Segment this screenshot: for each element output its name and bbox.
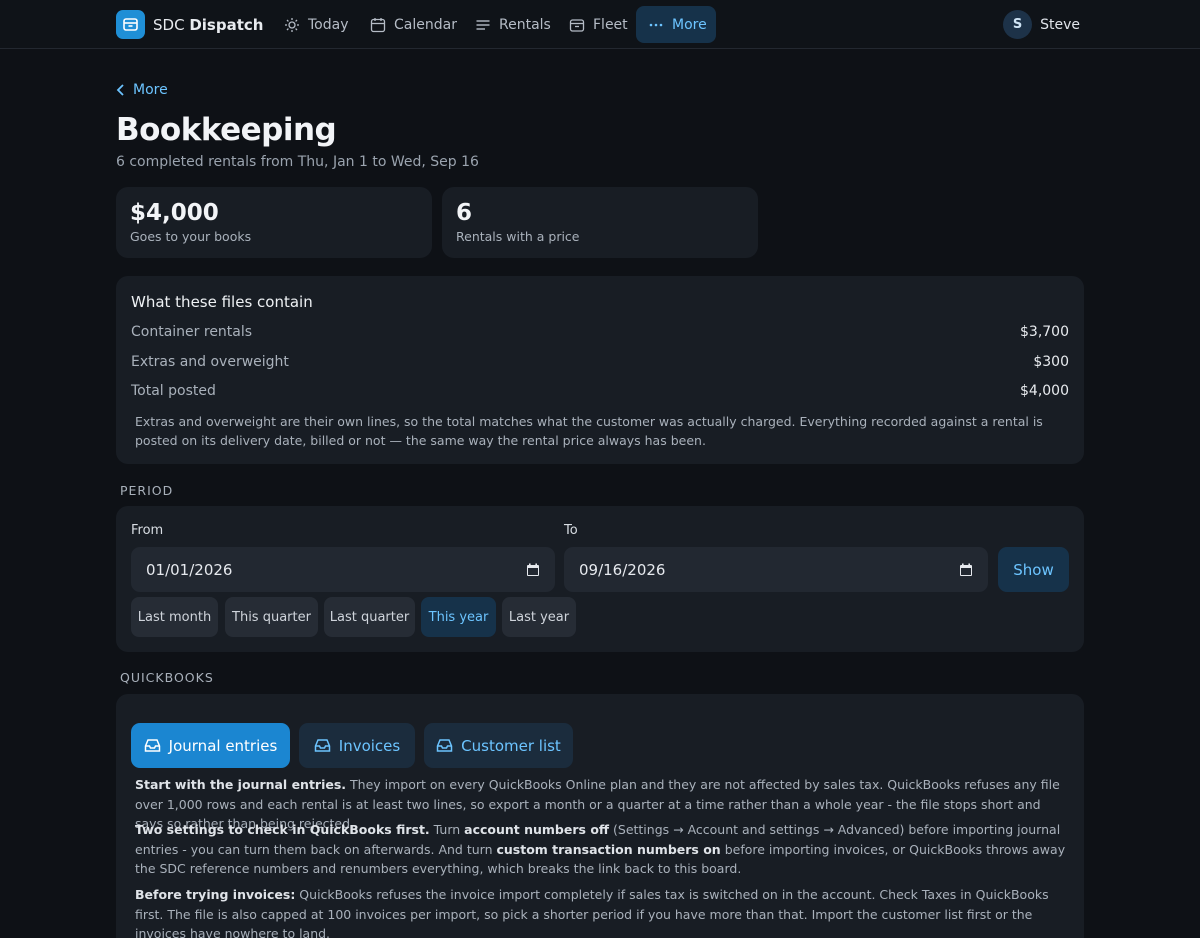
from-date-input[interactable]: 01/01/2026 — [131, 547, 555, 592]
to-label: To — [564, 523, 578, 538]
nav-fleet-label: Fleet — [593, 16, 628, 33]
row-value: $4,000 — [1020, 383, 1069, 399]
row-label: Total posted — [131, 383, 216, 399]
stat-card-total: $4,000 Goes to your books — [116, 187, 432, 258]
show-button[interactable]: Show — [998, 547, 1069, 592]
ellipsis-icon — [648, 17, 664, 33]
container-icon — [569, 17, 585, 33]
inbox-download-icon — [314, 738, 331, 753]
nav-rentals-label: Rentals — [499, 16, 551, 33]
settings-help: Two settings to check in QuickBooks firs… — [135, 822, 1066, 876]
calendar-picker-icon[interactable] — [526, 563, 540, 577]
journal-entries-label: Journal entries — [168, 736, 278, 755]
row-label: Extras and overweight — [131, 354, 289, 370]
nav-rentals[interactable]: Rentals — [463, 6, 563, 43]
calendar-picker-icon[interactable] — [959, 563, 973, 577]
preset-last-quarter[interactable]: Last quarter — [324, 597, 415, 637]
period-section-label: PERIOD — [120, 483, 174, 498]
back-link-label: More — [133, 82, 168, 98]
customer-list-label: Customer list — [461, 736, 561, 755]
stat-value: $4,000 — [130, 200, 219, 226]
brand-name: SDC Dispatch — [153, 15, 264, 34]
nav-more[interactable]: More — [636, 6, 716, 43]
back-link[interactable]: More — [116, 82, 168, 98]
contents-row: Extras and overweight $300 — [131, 354, 1069, 374]
invoices-help: Before trying invoices: QuickBooks refus… — [135, 887, 1049, 938]
chevron-left-icon — [116, 83, 126, 97]
invoices-label: Invoices — [338, 736, 401, 755]
user-name: Steve — [1040, 16, 1080, 33]
row-value: $3,700 — [1020, 324, 1069, 340]
quickbooks-panel: Journal entries Invoices Customer list S… — [116, 694, 1084, 938]
stat-label: Rentals with a price — [456, 229, 580, 244]
preset-this-quarter[interactable]: This quarter — [225, 597, 318, 637]
from-date-value: 01/01/2026 — [146, 560, 233, 579]
contents-row: Container rentals $3,700 — [131, 324, 1069, 344]
period-panel: From 01/01/2026 To 09/16/2026 Show Last … — [116, 506, 1084, 652]
user-menu[interactable]: S Steve — [1003, 10, 1080, 39]
inbox-download-icon — [436, 738, 453, 753]
preset-last-year[interactable]: Last year — [502, 597, 576, 637]
page-subtitle: 6 completed rentals from Thu, Jan 1 to W… — [116, 154, 479, 170]
contents-title: What these files contain — [131, 293, 313, 311]
avatar: S — [1003, 10, 1033, 39]
quickbooks-section-label: QUICKBOOKS — [120, 670, 214, 685]
contents-row: Total posted $4,000 — [131, 383, 1069, 403]
invoices-button[interactable]: Invoices — [299, 723, 415, 768]
row-label: Container rentals — [131, 324, 253, 340]
nav-calendar[interactable]: Calendar — [358, 6, 469, 43]
contents-panel: What these files contain Container renta… — [116, 276, 1084, 464]
nav-fleet[interactable]: Fleet — [557, 6, 640, 43]
sun-icon — [284, 17, 300, 33]
stat-card-rentals: 6 Rentals with a price — [442, 187, 758, 258]
nav-today-label: Today — [308, 16, 349, 33]
top-nav: SDC Dispatch Today Calendar Rentals Flee… — [0, 0, 1200, 49]
journal-entries-button[interactable]: Journal entries — [131, 723, 290, 768]
from-label: From — [131, 523, 164, 538]
stat-value: 6 — [456, 200, 473, 226]
nav-today[interactable]: Today — [272, 6, 361, 43]
dispatch-box-icon — [116, 10, 145, 39]
brand-logo[interactable]: SDC Dispatch — [116, 10, 263, 39]
page-title: Bookkeeping — [116, 112, 337, 148]
customer-list-button[interactable]: Customer list — [424, 723, 573, 768]
stat-label: Goes to your books — [130, 229, 252, 244]
nav-more-label: More — [672, 16, 707, 33]
to-date-value: 09/16/2026 — [579, 560, 666, 579]
list-icon — [475, 17, 491, 33]
nav-calendar-label: Calendar — [394, 16, 457, 33]
preset-last-month[interactable]: Last month — [131, 597, 218, 637]
contents-note: Extras and overweight are their own line… — [135, 414, 1043, 448]
calendar-icon — [370, 17, 386, 33]
preset-this-year[interactable]: This year — [421, 597, 496, 637]
inbox-download-icon — [144, 738, 161, 753]
row-value: $300 — [1033, 354, 1069, 370]
to-date-input[interactable]: 09/16/2026 — [564, 547, 988, 592]
